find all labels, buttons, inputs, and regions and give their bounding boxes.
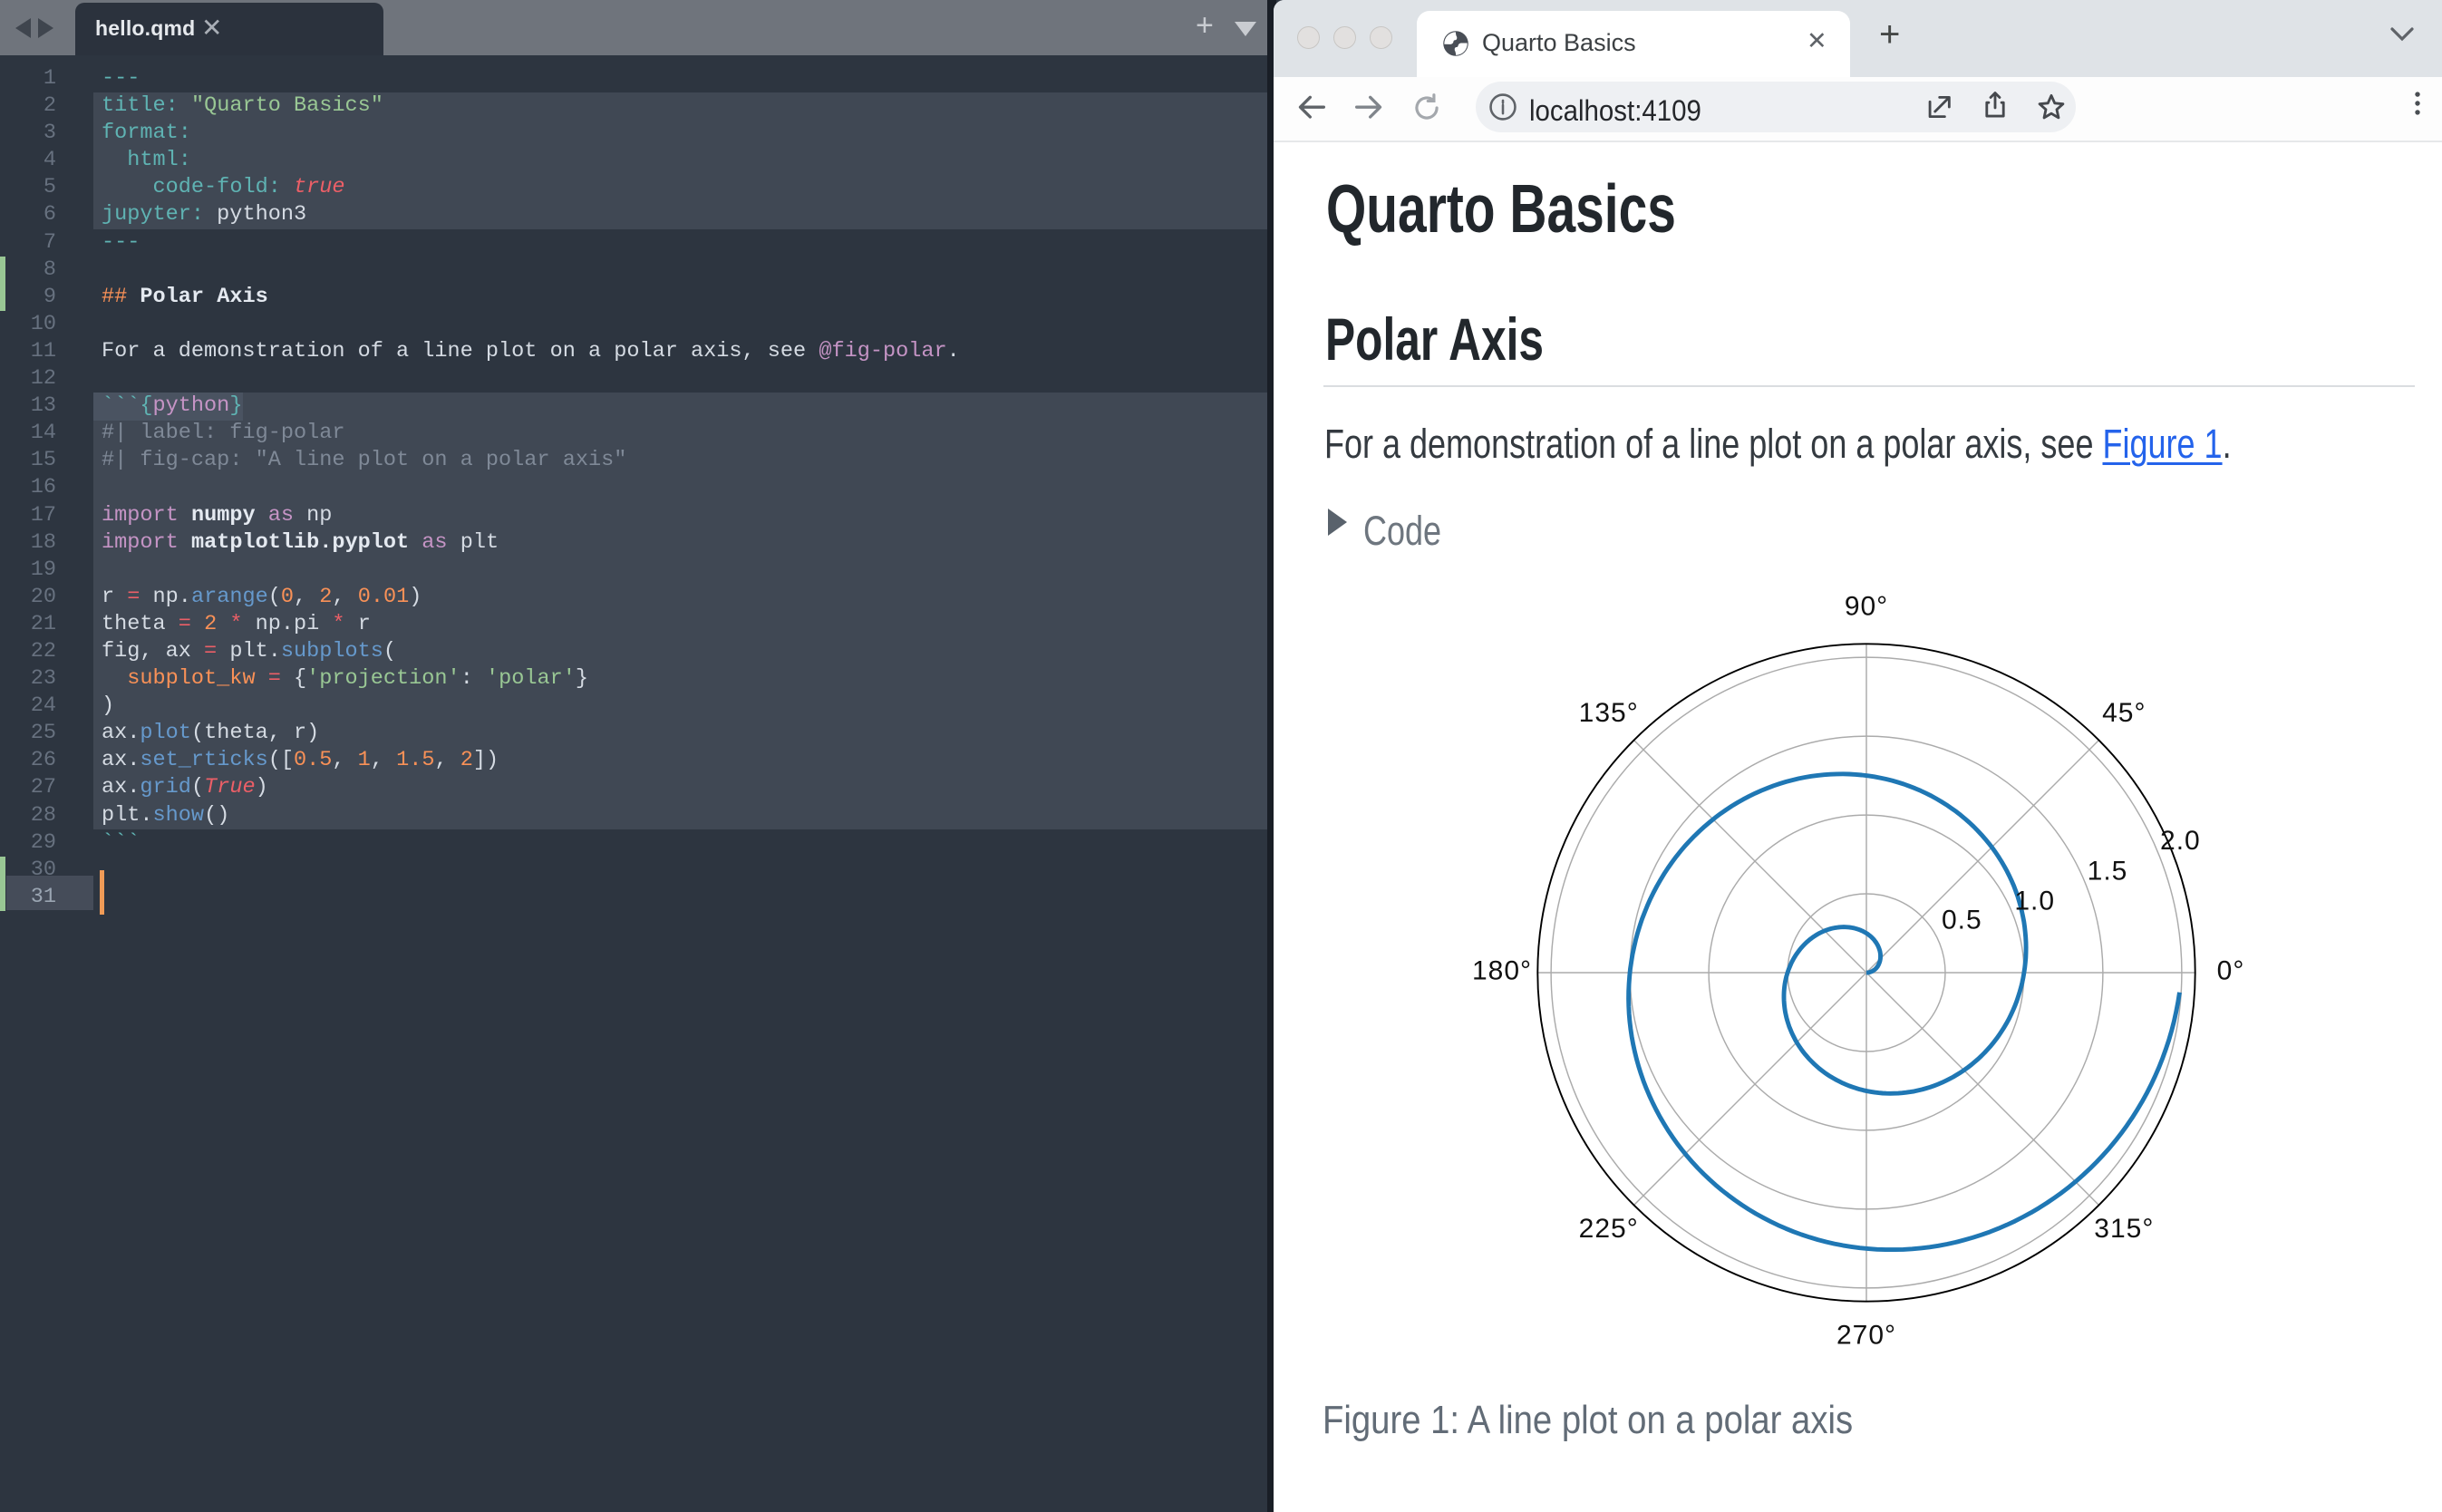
- svg-text:2.0: 2.0: [2160, 826, 2201, 856]
- svg-text:1.0: 1.0: [2014, 887, 2055, 916]
- svg-text:90°: 90°: [1845, 592, 1888, 622]
- svg-text:135°: 135°: [1579, 698, 1639, 728]
- svg-text:180°: 180°: [1472, 956, 1532, 986]
- svg-text:45°: 45°: [2102, 698, 2146, 728]
- svg-text:270°: 270°: [1836, 1321, 1896, 1351]
- svg-text:315°: 315°: [2094, 1214, 2154, 1244]
- svg-text:1.5: 1.5: [2088, 856, 2128, 886]
- svg-text:225°: 225°: [1579, 1214, 1639, 1244]
- svg-text:0.5: 0.5: [1942, 906, 1982, 935]
- svg-text:0°: 0°: [2217, 956, 2245, 986]
